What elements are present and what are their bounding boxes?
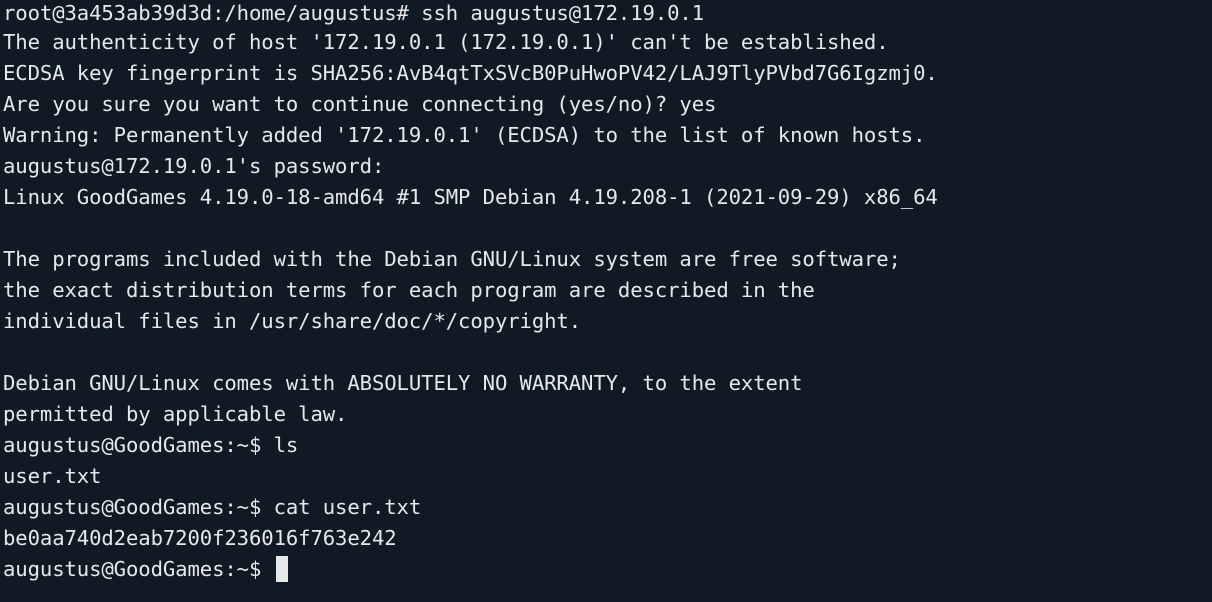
terminal-line: The programs included with the Debian GN… bbox=[3, 247, 901, 271]
terminal-line: the exact distribution terms for each pr… bbox=[3, 278, 815, 302]
terminal-window[interactable]: root@3a453ab39d3d:/home/augustus# ssh au… bbox=[0, 0, 1212, 602]
terminal-line: Linux GoodGames 4.19.0-18-amd64 #1 SMP D… bbox=[3, 185, 938, 209]
terminal-input-line[interactable]: augustus@GoodGames:~$ bbox=[3, 554, 1212, 585]
shell-prompt: augustus@GoodGames:~$ bbox=[3, 557, 274, 581]
terminal-line: be0aa740d2eab7200f236016f763e242 bbox=[3, 526, 397, 550]
terminal-line: augustus@GoodGames:~$ cat user.txt bbox=[3, 495, 422, 519]
terminal-line: augustus@GoodGames:~$ ls bbox=[3, 433, 299, 457]
terminal-line: augustus@172.19.0.1's password: bbox=[3, 154, 385, 178]
terminal-line: individual files in /usr/share/doc/*/cop… bbox=[3, 309, 582, 333]
terminal-line: Are you sure you want to continue connec… bbox=[3, 92, 717, 116]
terminal-line: user.txt bbox=[3, 464, 102, 488]
text-cursor[interactable] bbox=[275, 556, 288, 582]
terminal-line: Debian GNU/Linux comes with ABSOLUTELY N… bbox=[3, 371, 803, 395]
terminal-line: Warning: Permanently added '172.19.0.1' … bbox=[3, 123, 926, 147]
terminal-line: The authenticity of host '172.19.0.1 (17… bbox=[3, 30, 889, 54]
terminal-line: permitted by applicable law. bbox=[3, 402, 348, 426]
terminal-line: root@3a453ab39d3d:/home/augustus# ssh au… bbox=[3, 1, 705, 25]
terminal-line: ECDSA key fingerprint is SHA256:AvB4qtTx… bbox=[3, 61, 938, 85]
